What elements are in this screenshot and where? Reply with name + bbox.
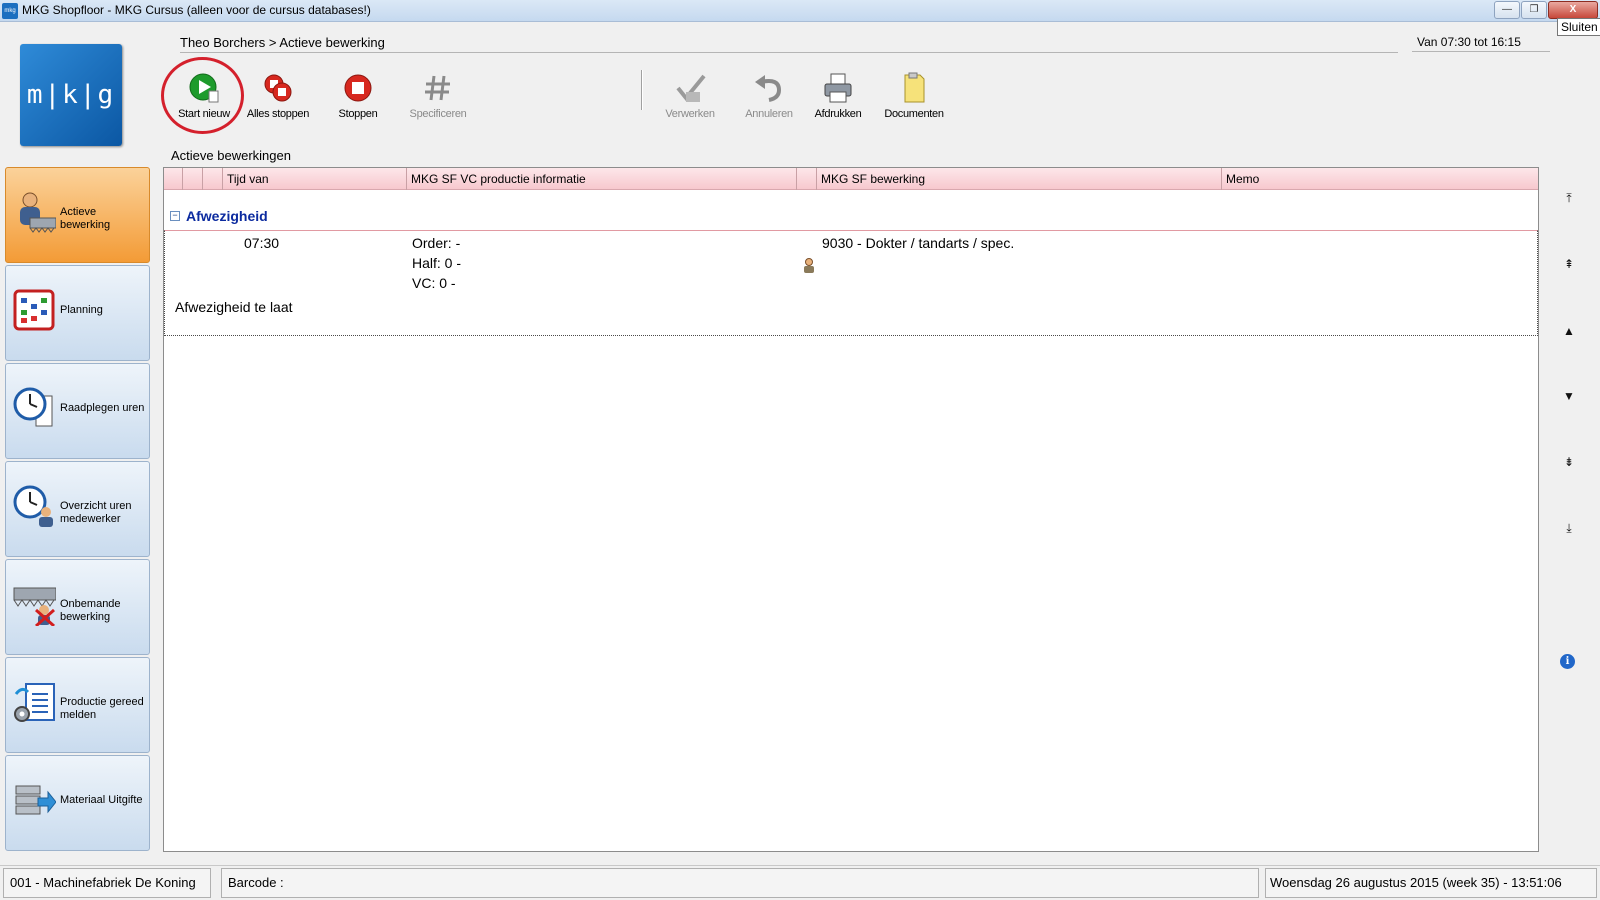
specify-button[interactable]: Specificeren (400, 68, 476, 124)
status-datetime: Woensdag 26 augustus 2015 (week 35) - 13… (1265, 868, 1597, 898)
play-icon (188, 72, 220, 104)
calendar-grid-icon (12, 288, 56, 332)
sidebar-item-active-operation[interactable]: Actieve bewerking (5, 167, 150, 263)
group-collapse-toggle[interactable]: − (170, 211, 180, 221)
clock-document-icon (12, 386, 56, 430)
cancel-button[interactable]: Annuleren (731, 68, 807, 124)
start-new-button[interactable]: Start nieuw (166, 68, 242, 124)
sidebar-item-employee-hours[interactable]: Overzicht uren medewerker (5, 461, 150, 557)
status-company: 001 - Machinefabriek De Koning (3, 868, 211, 898)
stop-label: Stoppen (338, 108, 378, 120)
documents-label: Documenten (884, 108, 944, 120)
sidebar-item-label: Actieve bewerking (60, 206, 111, 231)
print-button[interactable]: Afdrukken (800, 68, 876, 124)
header-spacer (202, 168, 222, 190)
window-title: MKG Shopfloor - MKG Cursus (alleen voor … (22, 3, 371, 17)
stop-button[interactable]: Stoppen (320, 68, 396, 124)
sidebar-item-label: Planning (60, 304, 103, 316)
operations-grid[interactable]: Tijd van MKG SF VC productie informatie … (163, 167, 1539, 852)
document-icon (898, 72, 930, 104)
sidebar-item-unmanned-operation[interactable]: Onbemande bewerking (5, 559, 150, 655)
cell-half: Half: 0 - (412, 255, 462, 271)
sidebar-item-planning[interactable]: Planning (5, 265, 150, 361)
scroll-page-up-button[interactable]: ⇞ (1561, 257, 1577, 271)
scroll-page-down-button[interactable]: ⇟ (1561, 455, 1577, 469)
clock-person-icon (12, 484, 56, 528)
grid-header: Tijd van MKG SF VC productie informatie … (164, 168, 1538, 190)
worker-saw-icon (12, 190, 57, 234)
cell-vc: VC: 0 - (412, 275, 456, 291)
process-label: Verwerken (665, 108, 715, 120)
info-icon[interactable]: i (1560, 654, 1575, 669)
header-spacer (182, 168, 202, 190)
start-new-label: Start nieuw (178, 108, 230, 120)
table-row[interactable]: 07:30 Order: - Half: 0 - VC: 0 - 9030 - … (164, 230, 1538, 336)
sidebar-item-label: Raadplegen uren (60, 402, 145, 414)
sidebar-item-production-complete[interactable]: Productie gereed melden (5, 657, 150, 753)
cancel-label: Annuleren (745, 108, 793, 120)
print-label: Afdrukken (814, 108, 862, 120)
sidebar-item-label: Onbemande bewerking (60, 598, 121, 623)
unmanned-saw-icon (12, 582, 57, 628)
person-icon (802, 257, 816, 273)
hash-icon (422, 72, 454, 104)
specify-label: Specificeren (409, 108, 467, 120)
cell-operation: 9030 - Dokter / tandarts / spec. (822, 235, 1015, 251)
scroll-down-button[interactable]: ▼ (1561, 389, 1577, 403)
stop-icon (342, 72, 374, 104)
breadcrumb: Theo Borchers > Actieve bewerking (180, 35, 1398, 53)
grid-caption: Actieve bewerkingen (171, 148, 291, 163)
close-button[interactable]: X (1548, 1, 1598, 19)
process-button[interactable]: Verwerken (652, 68, 728, 124)
stop-all-label: Alles stoppen (246, 108, 310, 120)
cell-time-from: 07:30 (244, 235, 280, 251)
printer-icon (822, 72, 854, 104)
sidebar-item-label: Overzicht uren medewerker (60, 500, 132, 525)
scroll-top-button[interactable]: ⤒ (1561, 191, 1577, 206)
toolbar-separator (641, 70, 643, 110)
column-header-production-info[interactable]: MKG SF VC productie informatie (406, 168, 796, 190)
sidebar-item-label: Productie gereed melden (60, 696, 144, 721)
documents-button[interactable]: Documenten (876, 68, 952, 124)
sidebar-item-view-hours[interactable]: Raadplegen uren (5, 363, 150, 459)
document-gear-icon (12, 680, 56, 724)
sidebar-item-label: Materiaal Uitgifte (60, 794, 143, 806)
mkg-logo: m|k|g (20, 44, 122, 146)
undo-icon (753, 72, 785, 104)
checkmark-icon (674, 72, 706, 104)
sidebar-item-material-issue[interactable]: Materiaal Uitgifte (5, 755, 150, 851)
column-header-operation[interactable]: MKG SF bewerking (816, 168, 1221, 190)
record-note: Afwezigheid te laat (175, 299, 293, 315)
stop-all-icon (262, 72, 294, 104)
material-stack-icon (12, 778, 57, 822)
scroll-bottom-button[interactable]: ⤓ (1561, 521, 1577, 536)
scroll-up-button[interactable]: ▲ (1561, 324, 1577, 338)
column-header-memo[interactable]: Memo (1221, 168, 1538, 190)
maximize-button[interactable]: ❐ (1521, 1, 1547, 19)
cell-order: Order: - (412, 235, 461, 251)
column-header-time-from[interactable]: Tijd van (222, 168, 406, 190)
header-spacer (796, 168, 816, 190)
shift-time: Van 07:30 tot 16:15 (1412, 35, 1550, 52)
stop-all-button[interactable]: Alles stoppen (240, 68, 316, 124)
close-tooltip: Sluiten (1557, 18, 1600, 36)
group-label: Afwezigheid (186, 208, 268, 224)
minimize-button[interactable]: — (1494, 1, 1520, 19)
app-icon: mkg (2, 3, 18, 19)
barcode-field[interactable]: Barcode : (221, 868, 1259, 898)
